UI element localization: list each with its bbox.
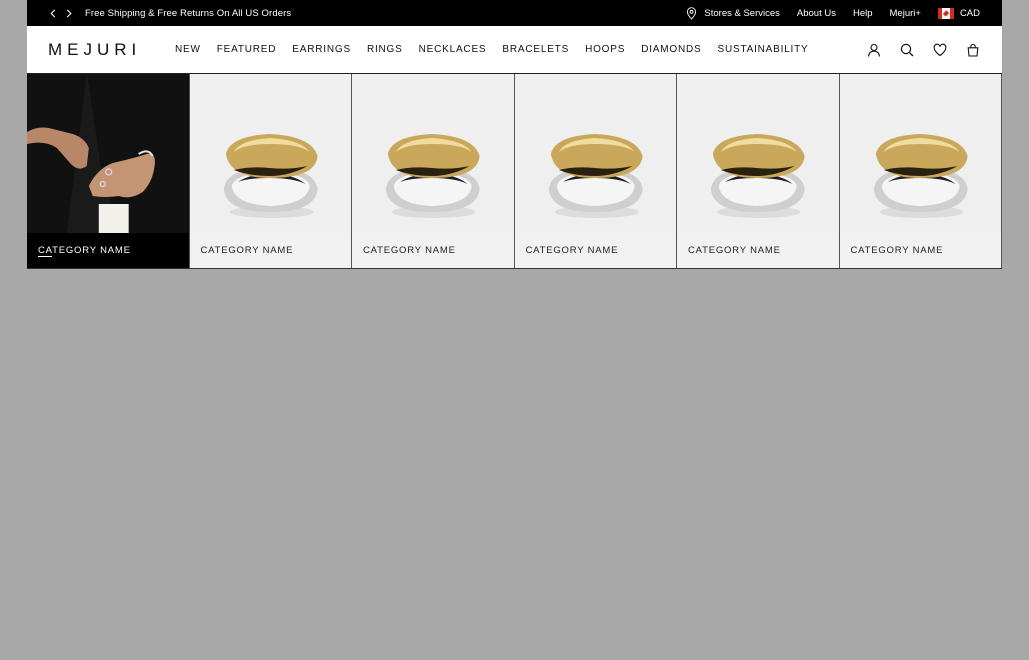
- category-card[interactable]: CATEGORY NAME: [27, 74, 190, 268]
- category-name: CATEGORY NAME: [525, 245, 619, 256]
- nav-icons: [867, 43, 980, 57]
- help-link[interactable]: Help: [853, 8, 873, 19]
- mejuri-plus-link[interactable]: Mejuri+: [890, 8, 921, 19]
- category-name: CATEGORY NAME: [850, 245, 944, 256]
- about-us-link[interactable]: About Us: [797, 8, 836, 19]
- announcement-bar: Free Shipping & Free Returns On All US O…: [27, 0, 1002, 26]
- page-frame: Free Shipping & Free Returns On All US O…: [27, 0, 1002, 269]
- shopping-bag-icon[interactable]: [966, 43, 980, 57]
- category-menu: NEW FEATURED EARRINGS RINGS NECKLACES BR…: [175, 44, 867, 55]
- nav-item-earrings[interactable]: EARRINGS: [292, 44, 351, 55]
- nav-item-bracelets[interactable]: BRACELETS: [502, 44, 569, 55]
- category-grid: CATEGORY NAME CATEGORY NAME CATEGORY NAM…: [27, 74, 1002, 269]
- category-name: CATEGORY NAME: [200, 245, 294, 256]
- search-icon[interactable]: [900, 43, 914, 57]
- nav-item-rings[interactable]: RINGS: [367, 44, 403, 55]
- nav-item-sustainability[interactable]: SUSTAINABILITY: [717, 44, 808, 55]
- location-pin-icon: [687, 6, 697, 20]
- main-navigation: MEJURI NEW FEATURED EARRINGS RINGS NECKL…: [27, 26, 1002, 74]
- category-card[interactable]: CATEGORY NAME: [352, 74, 515, 268]
- wishlist-heart-icon[interactable]: [933, 43, 947, 57]
- category-image-model: [27, 74, 189, 233]
- nav-item-hoops[interactable]: HOOPS: [585, 44, 625, 55]
- category-image-rings: [839, 74, 1001, 233]
- currency-selector[interactable]: CAD: [937, 7, 980, 19]
- nav-item-new[interactable]: NEW: [175, 44, 201, 55]
- category-name: CATEGORY NAME: [363, 245, 456, 256]
- nav-item-diamonds[interactable]: DIAMONDS: [641, 44, 701, 55]
- category-name: CATEGORY NAME: [688, 245, 781, 256]
- category-image-rings: [514, 74, 676, 233]
- brand-logo[interactable]: MEJURI: [48, 40, 175, 60]
- utility-links: Stores & Services About Us Help Mejuri+ …: [686, 6, 980, 20]
- promo-text: Free Shipping & Free Returns On All US O…: [85, 7, 292, 19]
- stores-services-label: Stores & Services: [704, 7, 780, 19]
- canada-flag-icon: [937, 7, 954, 19]
- currency-label: CAD: [959, 7, 980, 19]
- category-name: CATEGORY NAME: [38, 245, 131, 257]
- nav-item-necklaces[interactable]: NECKLACES: [419, 44, 487, 55]
- category-image-rings: [189, 74, 351, 233]
- category-card[interactable]: CATEGORY NAME: [677, 74, 840, 268]
- chevron-left-icon[interactable]: [49, 7, 57, 19]
- announcement-left: Free Shipping & Free Returns On All US O…: [49, 7, 291, 19]
- account-icon[interactable]: [867, 43, 881, 57]
- category-image-rings: [352, 74, 514, 233]
- chevron-right-icon[interactable]: [65, 7, 73, 19]
- category-card[interactable]: CATEGORY NAME: [839, 74, 1002, 268]
- category-image-rings: [677, 74, 839, 233]
- stores-services-link[interactable]: Stores & Services: [686, 6, 780, 20]
- category-card[interactable]: CATEGORY NAME: [514, 74, 677, 268]
- category-card[interactable]: CATEGORY NAME: [189, 74, 352, 268]
- nav-item-featured[interactable]: FEATURED: [217, 44, 277, 55]
